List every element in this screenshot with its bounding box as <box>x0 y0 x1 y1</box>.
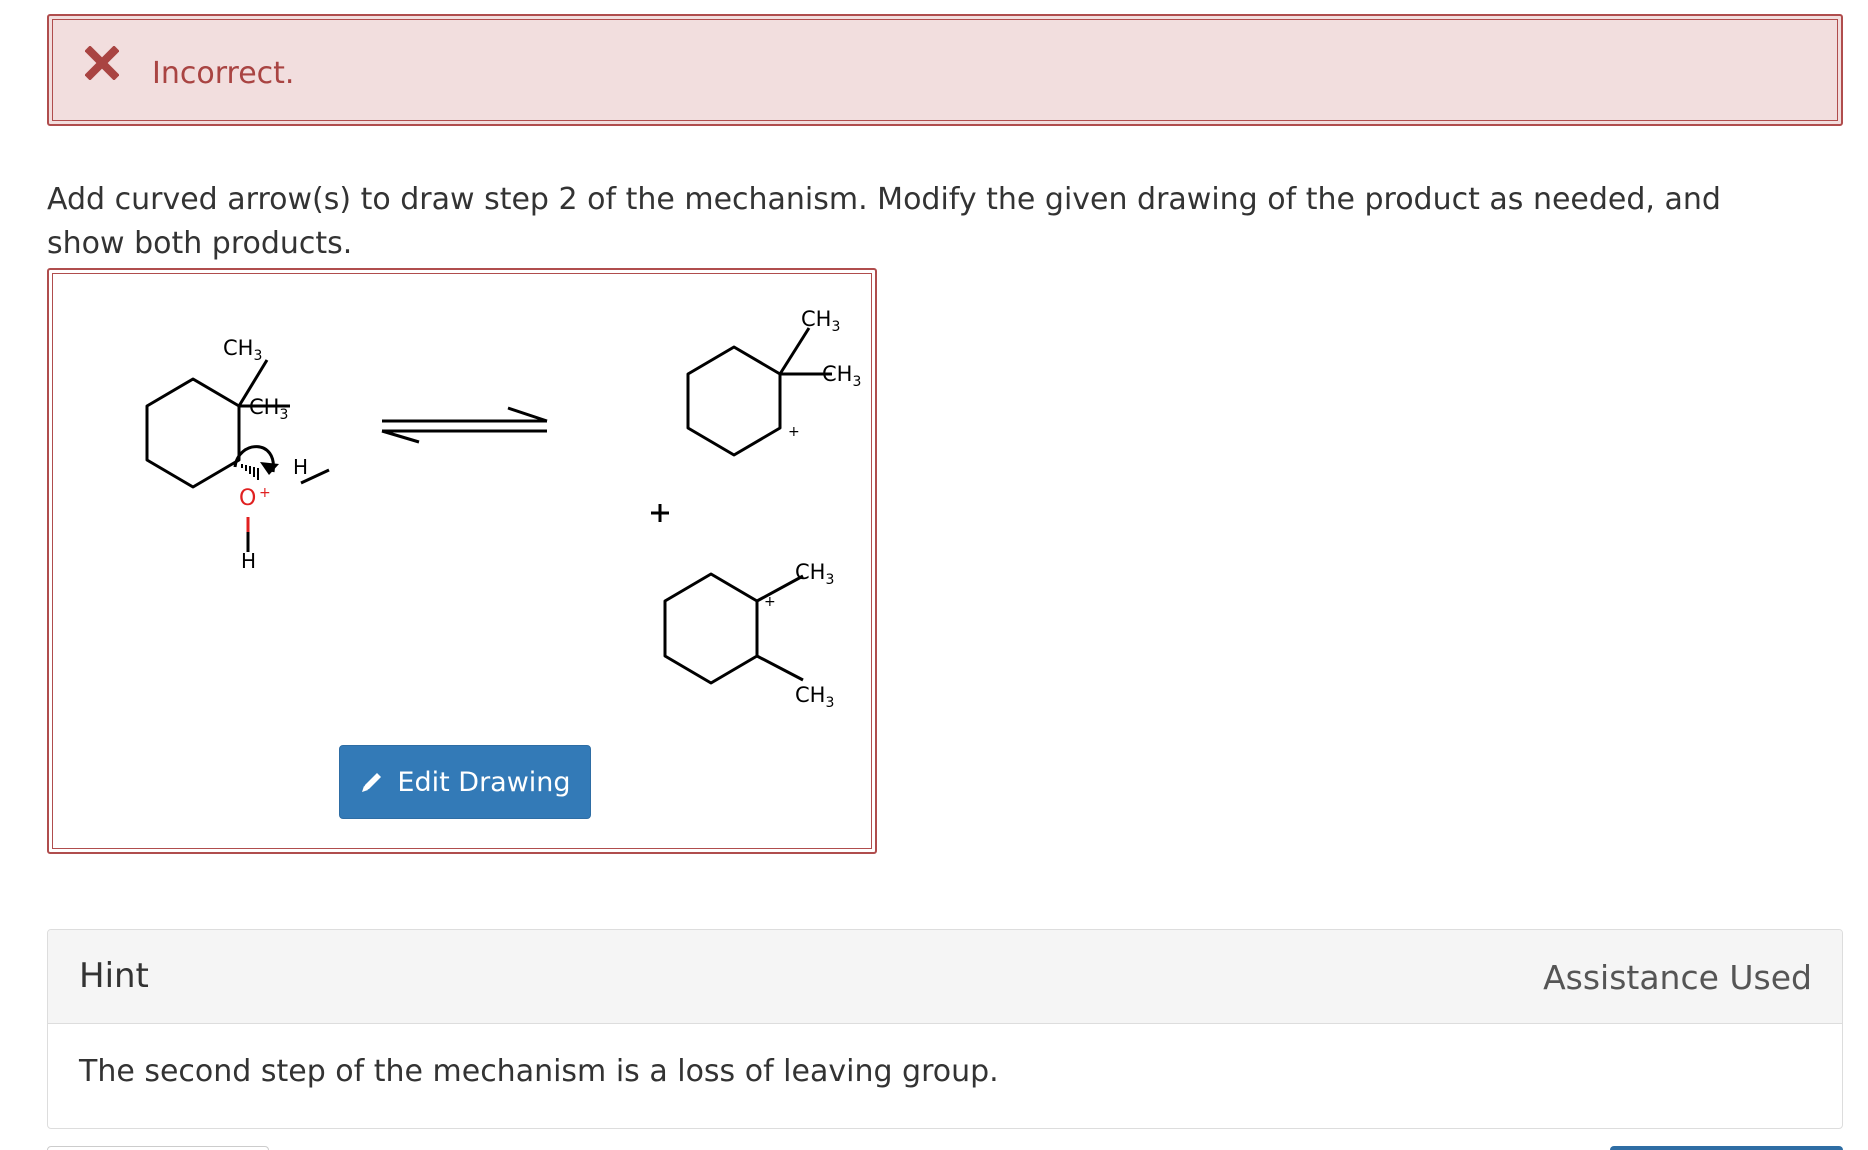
product-ch3-top: CH3 <box>801 307 840 335</box>
reactant-ch3-right: CH3 <box>249 395 288 423</box>
product-ring-1 <box>686 345 782 457</box>
oxonium-charge: + <box>259 485 271 501</box>
reactant-h-bottom: H <box>241 549 256 573</box>
reactant-ring <box>145 377 241 489</box>
reactant-ch3-top: CH3 <box>223 336 262 364</box>
primary-button[interactable] <box>1610 1146 1843 1150</box>
hint-body: The second step of the mechanism is a lo… <box>79 1054 999 1089</box>
incorrect-alert: Incorrect. <box>47 14 1843 126</box>
pencil-icon <box>362 773 382 792</box>
drawing-area[interactable]: CH3 CH3 H H O + CH3 CH3 + CH3 + CH3 Edit… <box>47 268 877 854</box>
product2-ch3-top: CH3 <box>795 560 834 588</box>
carbocation-charge-2: + <box>764 594 776 610</box>
edit-drawing-label: Edit Drawing <box>397 766 571 798</box>
product2-ch3-bottom: CH3 <box>795 683 834 711</box>
alert-message: Incorrect. <box>152 56 295 91</box>
secondary-button[interactable] <box>47 1146 269 1150</box>
page: Incorrect. Add curved arrow(s) to draw s… <box>0 0 1868 1150</box>
hint-header[interactable]: Hint Assistance Used <box>48 930 1842 1024</box>
edit-drawing-button[interactable]: Edit Drawing <box>339 745 591 819</box>
oxygen-atom: O <box>239 486 256 511</box>
reactant-h-right: H <box>293 455 308 479</box>
product-ch3-right: CH3 <box>822 362 861 390</box>
product-ring-2 <box>663 572 759 685</box>
hint-title: Hint <box>79 956 149 996</box>
question-text: Add curved arrow(s) to draw step 2 of th… <box>47 182 1721 261</box>
carbocation-charge-1: + <box>788 424 800 440</box>
assistance-used-status: Assistance Used <box>1543 958 1812 997</box>
hint-panel: Hint Assistance Used The second step of … <box>47 929 1843 1129</box>
x-icon <box>85 46 119 80</box>
